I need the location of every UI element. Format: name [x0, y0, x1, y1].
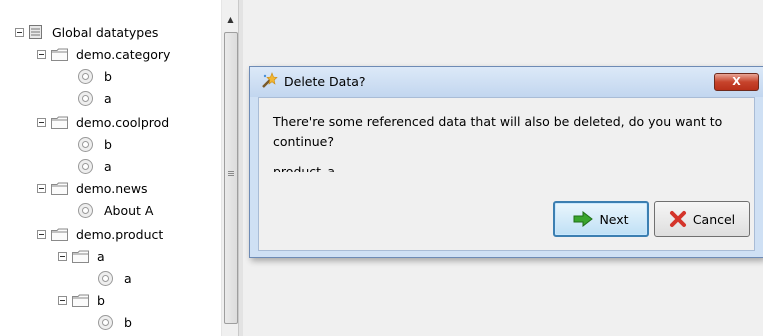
- tree-item-root[interactable]: Global datatypes: [15, 22, 158, 42]
- tree-item-leaf[interactable]: About A: [78, 200, 153, 220]
- arrow-right-icon: [573, 211, 594, 227]
- tree-item-leaf[interactable]: b: [98, 312, 132, 332]
- collapse-toggle-icon[interactable]: [37, 183, 46, 193]
- tree-item-label: b: [104, 68, 112, 84]
- tree-item-label: About A: [104, 202, 154, 218]
- database-icon: [29, 25, 42, 39]
- disc-icon: [78, 158, 93, 174]
- tree-item-leaf[interactable]: b: [78, 66, 112, 86]
- tree-item-label: b: [97, 292, 105, 308]
- pane-splitter[interactable]: [238, 0, 243, 336]
- disc-icon: [78, 136, 93, 152]
- tree-panel: Global datatypes demo.category b a demo.…: [0, 0, 238, 336]
- close-button[interactable]: X: [714, 73, 759, 91]
- tree-folder-demo-product[interactable]: demo.product: [37, 224, 163, 244]
- tree-folder-demo-category[interactable]: demo.category: [37, 44, 170, 64]
- grip-line: [228, 173, 234, 174]
- disc-icon: [98, 270, 113, 286]
- tree-item-label: Global datatypes: [52, 24, 159, 40]
- disc-icon: [78, 90, 93, 106]
- dialog-title: Delete Data?: [284, 74, 366, 89]
- dialog-content: There're some referenced data that will …: [258, 97, 755, 251]
- disc-icon: [98, 314, 113, 330]
- tree-item-label: a: [104, 158, 112, 174]
- collapse-toggle-icon[interactable]: [15, 27, 24, 37]
- tree-item-leaf[interactable]: b: [78, 134, 112, 154]
- tree-item-label: demo.category: [76, 46, 171, 62]
- tree-item-label: demo.news: [76, 180, 148, 196]
- collapse-toggle-icon[interactable]: [37, 229, 46, 239]
- tree-item-label: b: [104, 136, 112, 152]
- tree-item-leaf[interactable]: a: [98, 268, 132, 288]
- collapse-toggle-icon[interactable]: [58, 295, 67, 305]
- dialog-titlebar[interactable]: Delete Data? X: [250, 67, 763, 97]
- tree-folder-demo-coolprod[interactable]: demo.coolprod: [37, 112, 169, 132]
- folder-icon: [51, 182, 68, 195]
- wand-icon: [262, 72, 278, 88]
- tree-item-label: demo.product: [76, 226, 164, 242]
- tree-folder-demo-news[interactable]: demo.news: [37, 178, 148, 198]
- tree-item-label: a: [97, 248, 105, 264]
- collapse-toggle-icon[interactable]: [37, 49, 46, 59]
- cancel-button-label: Cancel: [692, 211, 736, 227]
- folder-icon: [72, 250, 89, 263]
- tree-folder-b[interactable]: b: [58, 290, 105, 310]
- next-button-label: Next: [599, 211, 629, 227]
- dialog-message: There're some referenced data that will …: [273, 114, 723, 149]
- tree-item-leaf[interactable]: a: [78, 156, 112, 176]
- grip-line: [228, 175, 234, 176]
- referenced-item: product_a: [273, 164, 335, 172]
- disc-icon: [78, 202, 93, 218]
- scroll-up-arrow-icon[interactable]: ▲: [222, 12, 238, 28]
- tree-item-leaf[interactable]: a: [78, 88, 112, 108]
- scroll-thumb[interactable]: [224, 32, 238, 324]
- tree-item-label: b: [124, 314, 132, 330]
- folder-icon: [51, 48, 68, 61]
- cancel-button[interactable]: Cancel: [654, 201, 750, 237]
- grip-line: [228, 171, 234, 172]
- delete-data-dialog: Delete Data? X There're some referenced …: [249, 66, 763, 258]
- tree-item-label: a: [104, 90, 112, 106]
- disc-icon: [78, 68, 93, 84]
- folder-icon: [51, 116, 68, 129]
- next-button[interactable]: Next: [553, 201, 649, 237]
- vertical-scrollbar[interactable]: ▲: [221, 0, 238, 336]
- close-icon: X: [732, 75, 741, 88]
- tree-item-label: demo.coolprod: [76, 114, 170, 130]
- cancel-x-icon: [669, 211, 686, 227]
- tree-item-label: a: [124, 270, 132, 286]
- collapse-toggle-icon[interactable]: [37, 117, 46, 127]
- collapse-toggle-icon[interactable]: [58, 251, 67, 261]
- tree-folder-a[interactable]: a: [58, 246, 105, 266]
- folder-icon: [51, 228, 68, 241]
- folder-icon: [72, 294, 89, 307]
